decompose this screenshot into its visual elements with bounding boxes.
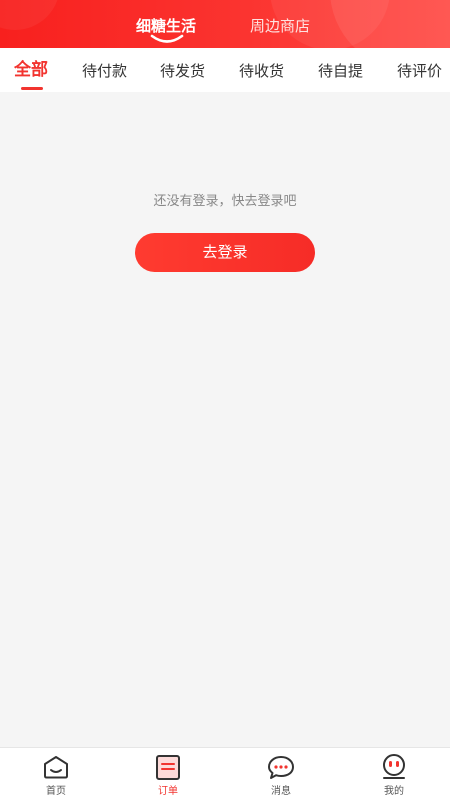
- order-status-tabs: 全部 待付款 待发货 待收货 待自提 待评价: [0, 48, 450, 92]
- profile-icon: [383, 754, 405, 779]
- order-icon: [156, 755, 180, 780]
- header-decoration: [0, 0, 60, 30]
- nav-profile[interactable]: 我的: [338, 748, 450, 801]
- nav-messages[interactable]: 消息: [225, 748, 337, 801]
- nav-label: 消息: [271, 786, 291, 797]
- home-icon: [44, 756, 68, 779]
- message-icon: [268, 756, 294, 779]
- active-tab-indicator: [21, 87, 43, 90]
- tab-pending-pickup[interactable]: 待自提: [318, 60, 363, 82]
- nav-label: 我的: [384, 786, 404, 797]
- nav-label: 首页: [46, 786, 66, 797]
- tab-pending-receipt[interactable]: 待收货: [239, 60, 284, 82]
- nav-orders[interactable]: 订单: [112, 748, 224, 801]
- tab-pending-review[interactable]: 待评价: [397, 60, 442, 82]
- top-tab-nearby-store[interactable]: 周边商店: [250, 15, 310, 37]
- app-header: 细糖生活 周边商店: [0, 0, 450, 48]
- bottom-nav: 首页 订单 消息 我的: [0, 747, 450, 801]
- tab-all[interactable]: 全部: [14, 59, 48, 81]
- nav-label: 订单: [158, 786, 178, 797]
- nav-home[interactable]: 首页: [0, 748, 112, 801]
- tab-pending-payment[interactable]: 待付款: [82, 60, 127, 82]
- active-tab-swoosh-icon: [150, 34, 184, 43]
- login-button[interactable]: 去登录: [135, 233, 315, 272]
- empty-state-message: 还没有登录，快去登录吧: [153, 194, 297, 209]
- tab-pending-shipment[interactable]: 待发货: [160, 60, 205, 82]
